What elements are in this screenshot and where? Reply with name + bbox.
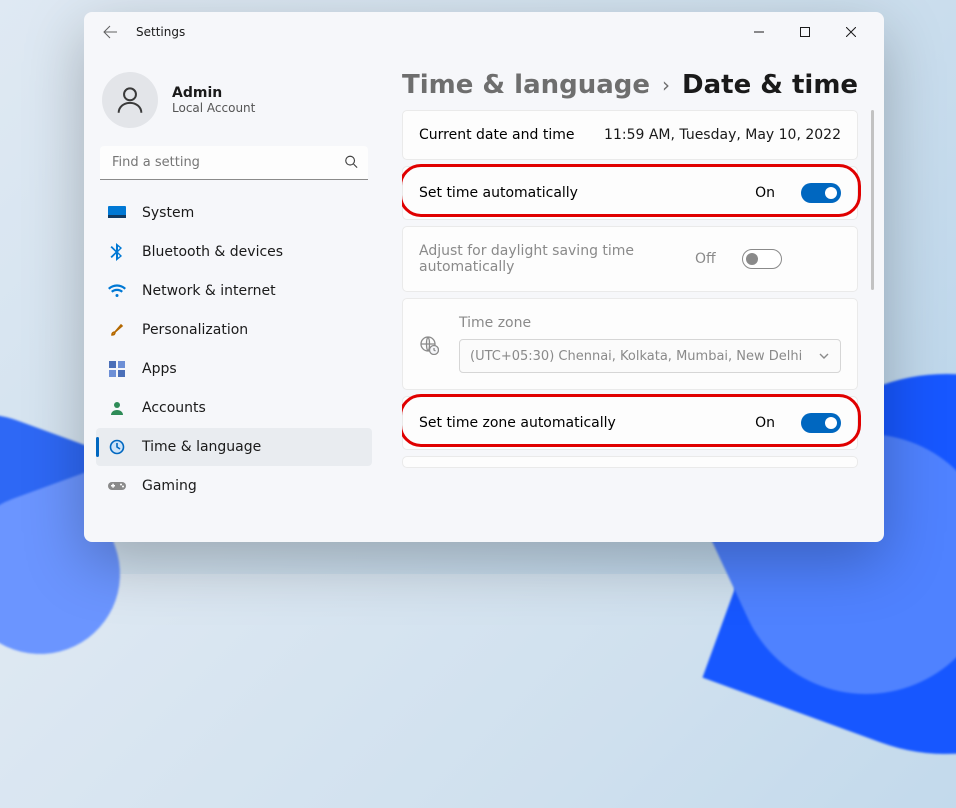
sidebar-item-system[interactable]: System [96,194,372,232]
person-icon [113,83,147,117]
dst-auto-toggle [742,249,782,269]
chevron-right-icon: › [662,73,670,97]
search-input[interactable] [100,146,368,180]
brush-icon [108,321,126,339]
window-title: Settings [136,25,185,39]
dst-auto-state: Off [695,251,716,267]
sidebar-item-label: Time & language [142,439,261,455]
sidebar-item-label: Network & internet [142,283,276,299]
back-button[interactable] [94,16,126,48]
sidebar-item-label: System [142,205,194,221]
sidebar-item-label: Bluetooth & devices [142,244,283,260]
sidebar: Admin Local Account System Bluetooth & d… [84,52,384,542]
nav-list: System Bluetooth & devices Network & int… [96,194,372,505]
system-icon [108,204,126,222]
user-info: Admin Local Account [172,85,255,115]
current-datetime-label: Current date and time [419,127,588,143]
dst-auto-card: Adjust for daylight saving time automati… [402,226,858,292]
main-content: Time & language › Date & time Current da… [384,52,884,542]
page-title: Date & time [682,70,858,100]
chevron-down-icon [818,350,830,362]
set-time-auto-label: Set time automatically [419,185,739,201]
maximize-icon [800,27,810,37]
settings-window: Settings Admin Local Account [84,12,884,542]
sidebar-item-label: Gaming [142,478,197,494]
user-name: Admin [172,85,255,101]
current-datetime-value: 11:59 AM, Tuesday, May 10, 2022 [604,127,841,143]
back-arrow-icon [102,24,118,40]
close-icon [846,27,856,37]
set-tz-auto-label: Set time zone automatically [419,415,739,431]
set-tz-auto-toggle[interactable] [801,413,841,433]
sidebar-item-personalization[interactable]: Personalization [96,311,372,349]
current-datetime-card: Current date and time 11:59 AM, Tuesday,… [402,110,858,160]
minimize-button[interactable] [736,16,782,48]
accounts-icon [108,399,126,417]
sidebar-item-label: Personalization [142,322,248,338]
dst-auto-label: Adjust for daylight saving time automati… [419,243,679,275]
set-time-auto-toggle[interactable] [801,183,841,203]
next-card-peek [402,456,858,468]
sidebar-item-gaming[interactable]: Gaming [96,467,372,505]
time-language-icon [108,438,126,456]
time-zone-selected: (UTC+05:30) Chennai, Kolkata, Mumbai, Ne… [470,349,802,364]
sidebar-item-time-language[interactable]: Time & language [96,428,372,466]
set-tz-auto-state: On [755,415,775,431]
time-zone-select: (UTC+05:30) Chennai, Kolkata, Mumbai, Ne… [459,339,841,373]
gaming-icon [108,477,126,495]
close-button[interactable] [828,16,874,48]
time-zone-card: Time zone (UTC+05:30) Chennai, Kolkata, … [402,298,858,390]
avatar [102,72,158,128]
scrollbar-thumb[interactable] [871,110,874,290]
sidebar-item-network[interactable]: Network & internet [96,272,372,310]
bluetooth-icon [108,243,126,261]
set-tz-auto-card: Set time zone automatically On [402,396,858,450]
set-time-auto-card: Set time automatically On [402,166,858,220]
maximize-button[interactable] [782,16,828,48]
minimize-icon [754,27,764,37]
sidebar-item-apps[interactable]: Apps [96,350,372,388]
search-box [100,146,368,180]
search-icon [344,154,358,173]
apps-icon [108,360,126,378]
sidebar-item-accounts[interactable]: Accounts [96,389,372,427]
user-account-type: Local Account [172,101,255,115]
breadcrumb: Time & language › Date & time [402,70,876,100]
breadcrumb-parent[interactable]: Time & language [402,70,650,100]
title-bar: Settings [84,12,884,52]
sidebar-item-bluetooth[interactable]: Bluetooth & devices [96,233,372,271]
sidebar-item-label: Apps [142,361,177,377]
time-zone-title: Time zone [459,315,841,331]
user-profile[interactable]: Admin Local Account [96,64,372,146]
set-time-auto-state: On [755,185,775,201]
globe-clock-icon [419,335,439,355]
sidebar-item-label: Accounts [142,400,206,416]
wifi-icon [108,282,126,300]
